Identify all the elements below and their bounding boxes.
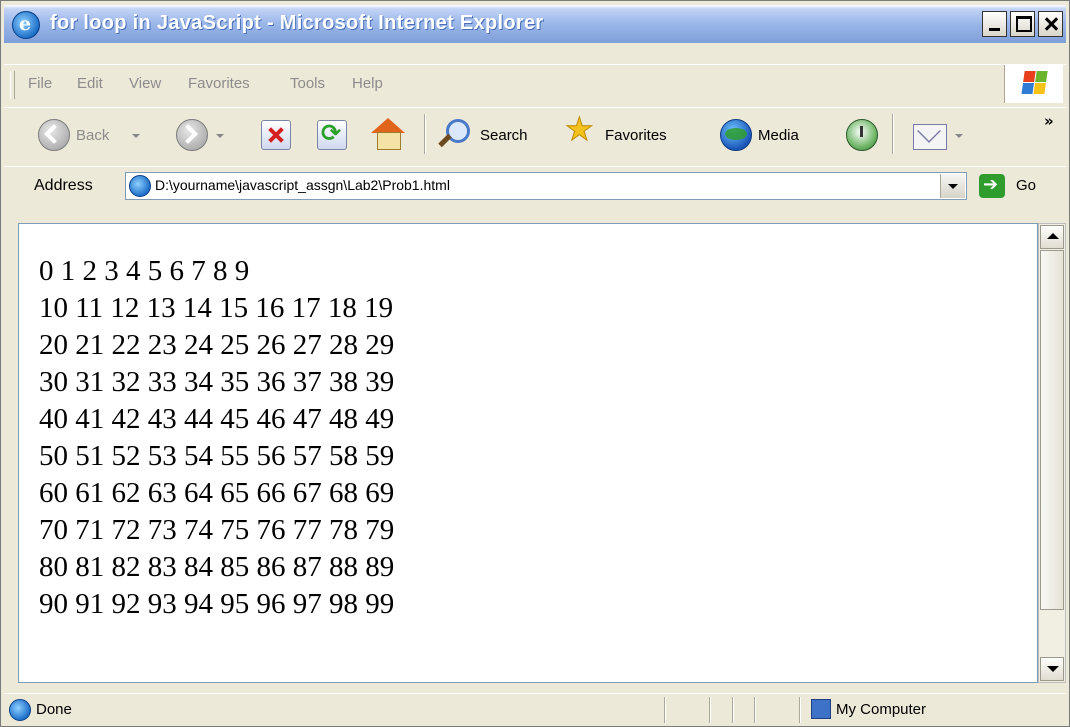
menu-favorites[interactable]: Favorites bbox=[188, 75, 250, 92]
window-title: for loop in JavaScript - Microsoft Inter… bbox=[50, 12, 544, 34]
favorites-star-icon: ★ bbox=[565, 110, 595, 149]
stop-button[interactable] bbox=[261, 116, 293, 154]
windows-flag-icon bbox=[1021, 71, 1048, 95]
number-line: 90 91 92 93 94 95 96 97 98 99 bbox=[39, 588, 395, 620]
forward-button[interactable] bbox=[176, 116, 232, 154]
media-label: Media bbox=[758, 127, 799, 144]
mail-button[interactable] bbox=[909, 116, 969, 154]
search-icon bbox=[436, 117, 470, 151]
number-line: 70 71 72 73 74 75 76 77 78 79 bbox=[39, 514, 395, 546]
page-icon bbox=[129, 175, 151, 197]
toolbar-separator bbox=[424, 114, 426, 154]
number-line: 80 81 82 83 84 85 86 87 88 89 bbox=[39, 551, 395, 583]
menu-view[interactable]: View bbox=[129, 75, 161, 92]
refresh-icon bbox=[317, 119, 347, 150]
mail-icon bbox=[913, 124, 947, 150]
toolbar-overflow-chevron-icon[interactable]: » bbox=[1044, 112, 1054, 130]
status-text: Done bbox=[36, 701, 72, 718]
toolbar-grip[interactable] bbox=[10, 71, 15, 99]
favorites-button[interactable]: ★ Favorites bbox=[565, 110, 705, 154]
media-icon bbox=[720, 119, 752, 151]
page-done-icon bbox=[9, 699, 31, 721]
history-icon bbox=[846, 119, 878, 151]
address-url: D:\yourname\javascript_assgn\Lab2\Prob1.… bbox=[155, 177, 450, 193]
number-line: 50 51 52 53 54 55 56 57 58 59 bbox=[39, 440, 395, 472]
back-dropdown-icon[interactable] bbox=[132, 134, 140, 138]
media-button[interactable]: Media bbox=[718, 116, 830, 154]
search-label: Search bbox=[480, 127, 528, 144]
scroll-down-icon[interactable] bbox=[1040, 657, 1064, 681]
status-separator bbox=[709, 697, 711, 723]
status-separator bbox=[732, 697, 734, 723]
stop-icon bbox=[261, 120, 291, 150]
my-computer-icon bbox=[811, 699, 831, 719]
back-label: Back bbox=[76, 127, 110, 144]
toolbar-separator bbox=[892, 114, 894, 154]
address-input[interactable]: D:\yourname\javascript_assgn\Lab2\Prob1.… bbox=[125, 172, 967, 200]
standard-toolbar: Back Search ★ Favorites Media bbox=[4, 107, 1066, 164]
close-button[interactable] bbox=[1038, 11, 1063, 37]
forward-arrow-icon bbox=[176, 119, 208, 151]
scroll-up-icon[interactable] bbox=[1040, 225, 1064, 249]
go-arrow-icon[interactable] bbox=[979, 174, 1005, 198]
menu-tools[interactable]: Tools bbox=[290, 75, 325, 92]
status-separator bbox=[799, 697, 801, 723]
scroll-thumb[interactable] bbox=[1040, 250, 1064, 610]
menu-bar: File Edit View Favorites Tools Help bbox=[4, 64, 1066, 106]
home-icon bbox=[371, 118, 405, 150]
forward-dropdown-icon[interactable] bbox=[216, 134, 224, 138]
ie-logo-icon[interactable]: e bbox=[12, 11, 40, 39]
number-line: 10 11 12 13 14 15 16 17 18 19 bbox=[39, 292, 394, 324]
status-separator bbox=[754, 697, 756, 723]
minimize-button[interactable] bbox=[982, 11, 1007, 37]
number-line: 0 1 2 3 4 5 6 7 8 9 bbox=[39, 255, 250, 287]
menu-help[interactable]: Help bbox=[352, 75, 383, 92]
maximize-button[interactable] bbox=[1010, 11, 1035, 37]
search-button[interactable]: Search bbox=[436, 116, 554, 154]
title-bar[interactable]: e for loop in JavaScript - Microsoft Int… bbox=[4, 5, 1066, 43]
address-bar: Address D:\yourname\javascript_assgn\Lab… bbox=[4, 166, 1066, 207]
number-line: 30 31 32 33 34 35 36 37 38 39 bbox=[39, 366, 395, 398]
go-button-label[interactable]: Go bbox=[1016, 177, 1036, 194]
back-arrow-icon bbox=[38, 119, 70, 151]
mail-dropdown-icon[interactable] bbox=[955, 134, 963, 138]
address-dropdown-icon[interactable] bbox=[940, 174, 965, 198]
history-button[interactable] bbox=[844, 116, 880, 154]
address-label: Address bbox=[34, 177, 93, 194]
number-grid: 0 1 2 3 4 5 6 7 8 9 10 11 12 13 14 15 16… bbox=[39, 253, 394, 623]
browser-window: e for loop in JavaScript - Microsoft Int… bbox=[0, 0, 1070, 727]
number-line: 40 41 42 43 44 45 46 47 48 49 bbox=[39, 403, 395, 435]
menu-file[interactable]: File bbox=[28, 75, 52, 92]
vertical-scrollbar[interactable] bbox=[1038, 223, 1066, 683]
number-line: 20 21 22 23 24 25 26 27 28 29 bbox=[39, 329, 395, 361]
security-zone: My Computer bbox=[836, 701, 927, 718]
favorites-label: Favorites bbox=[605, 127, 667, 144]
menu-edit[interactable]: Edit bbox=[77, 75, 103, 92]
number-line: 60 61 62 63 64 65 66 67 68 69 bbox=[39, 477, 395, 509]
back-button[interactable]: Back bbox=[34, 116, 144, 154]
status-bar: Done My Computer bbox=[4, 693, 1066, 726]
windows-throbber bbox=[1004, 65, 1063, 103]
home-button[interactable] bbox=[371, 116, 407, 154]
page-content: 0 1 2 3 4 5 6 7 8 9 10 11 12 13 14 15 16… bbox=[18, 223, 1038, 683]
status-separator bbox=[664, 697, 666, 723]
refresh-button[interactable] bbox=[317, 116, 349, 154]
